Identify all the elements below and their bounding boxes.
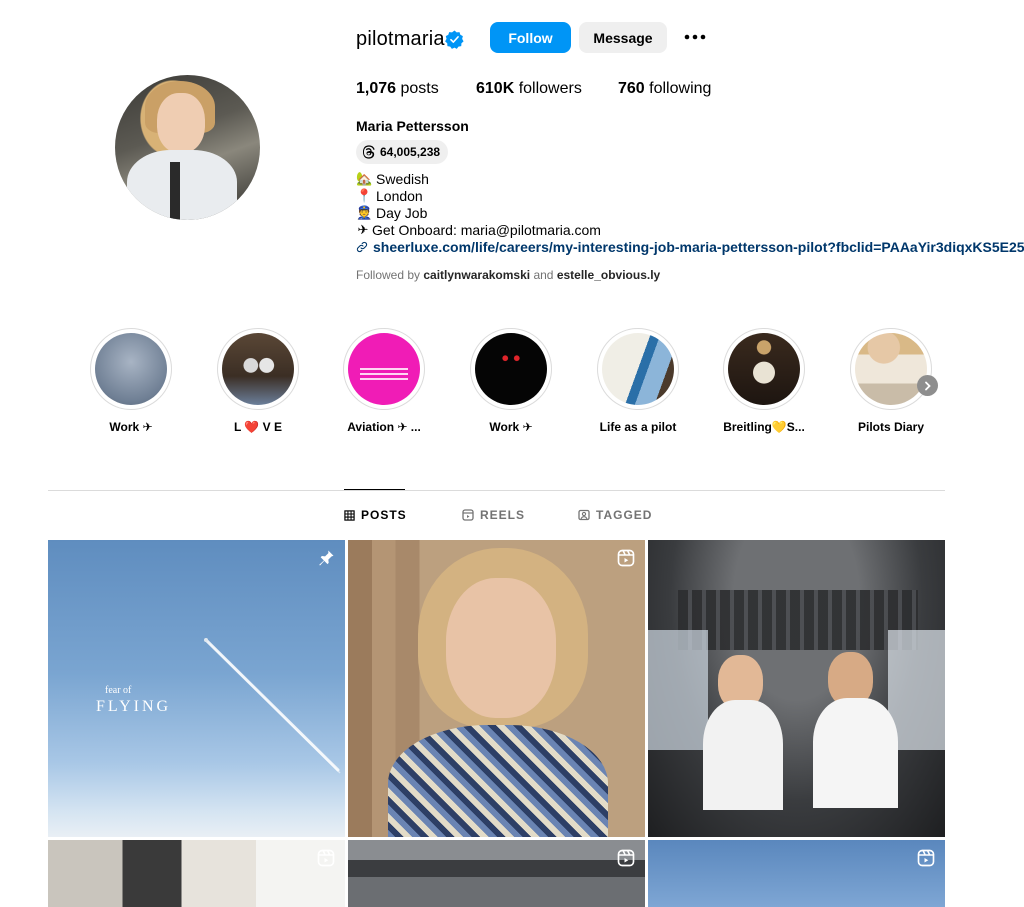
grid-icon: [344, 509, 355, 521]
reel-icon: [617, 549, 635, 567]
post-tile[interactable]: [648, 840, 945, 907]
reel-icon: [617, 849, 635, 867]
tab-tagged[interactable]: TAGGED: [578, 508, 652, 522]
posts-count: 1,076 posts: [356, 80, 439, 97]
threads-badge[interactable]: 64,005,238: [356, 140, 449, 164]
chevron-right-icon: [924, 381, 931, 390]
post-tile[interactable]: [348, 840, 645, 907]
followed-by[interactable]: Followed by caitlynwarakomski and estell…: [356, 268, 660, 282]
threads-icon: [362, 145, 375, 159]
contrail-graphic: [204, 638, 341, 774]
reel-icon: [317, 849, 335, 867]
post-tile[interactable]: fear of FLYING: [48, 540, 345, 837]
bio-line: ✈ Get Onboard: maria@pilotmaria.com: [357, 222, 601, 238]
tab-reels[interactable]: REELS: [462, 508, 525, 522]
profile-full-name: Maria Pettersson: [356, 118, 469, 134]
post-overlay-title: FLYING: [96, 698, 172, 715]
more-options-icon[interactable]: [684, 33, 706, 41]
link-icon: [356, 241, 368, 253]
follow-button[interactable]: Follow: [490, 22, 571, 53]
post-tile[interactable]: [48, 840, 345, 907]
story-highlight[interactable]: Work ✈: [90, 328, 172, 434]
story-highlight[interactable]: Breitling💛S...: [723, 328, 805, 434]
highlights-next-button[interactable]: [917, 375, 938, 396]
bio-line: 👮 Day Job: [356, 205, 428, 221]
followers-count[interactable]: 610K followers: [476, 80, 582, 98]
story-highlight[interactable]: Aviation ✈ ...: [343, 328, 425, 434]
message-button[interactable]: Message: [579, 22, 667, 53]
tab-posts[interactable]: POSTS: [344, 508, 407, 522]
post-tile[interactable]: [648, 540, 945, 837]
following-count[interactable]: 760 following: [618, 80, 711, 98]
bio-line: 🏡 Swedish: [356, 171, 429, 187]
profile-avatar[interactable]: [115, 75, 260, 220]
bio-line: 📍 London: [356, 188, 423, 204]
verified-badge-icon: [445, 30, 464, 49]
tagged-icon: [578, 509, 590, 521]
story-highlight[interactable]: Work ✈: [470, 328, 552, 434]
reels-icon: [462, 509, 474, 521]
post-overlay-text: fear of: [105, 685, 132, 696]
tabs-divider: [48, 490, 945, 491]
pin-icon: [319, 550, 334, 566]
reel-icon: [917, 849, 935, 867]
post-tile[interactable]: [348, 540, 645, 837]
story-highlight[interactable]: Life as a pilot: [597, 328, 679, 434]
external-link[interactable]: sheerluxe.com/life/careers/my-interestin…: [356, 239, 1024, 255]
profile-username: pilotmaria: [356, 28, 445, 50]
active-tab-indicator: [344, 489, 405, 490]
story-highlight[interactable]: L ❤️ V E: [217, 328, 299, 434]
